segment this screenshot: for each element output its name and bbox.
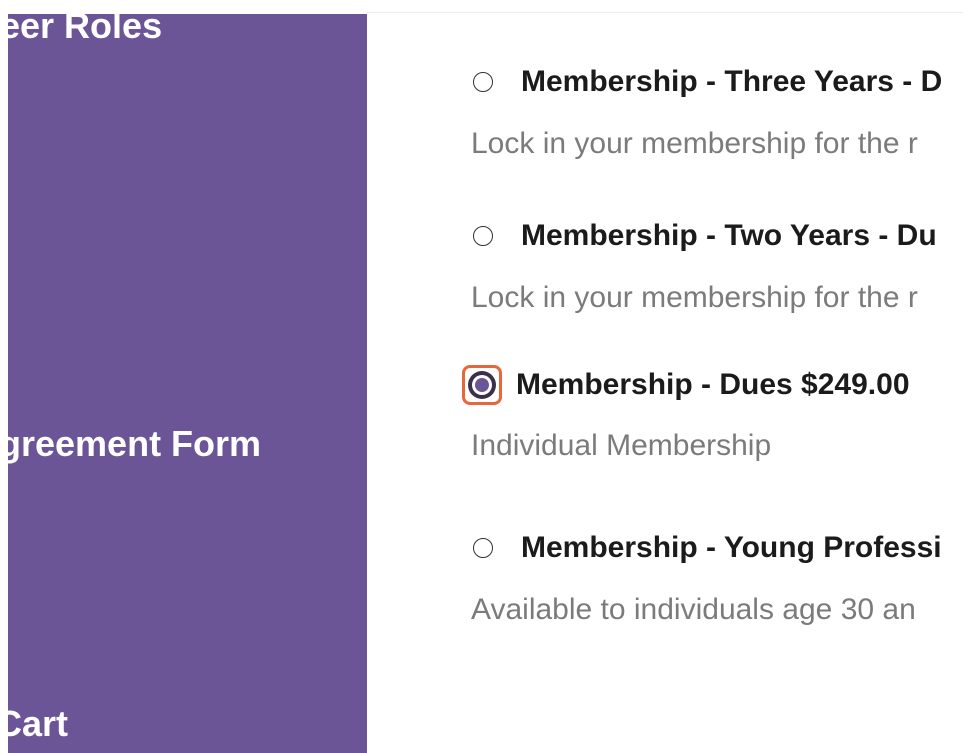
membership-option-two-years[interactable]: Membership - Two Years - Du Lock in your…: [471, 219, 963, 315]
page-frame: eer Roles greement Form Cart Membership …: [0, 0, 963, 753]
radio-button[interactable]: [473, 72, 493, 92]
membership-option-dues[interactable]: Membership - Dues $249.00 Individual Mem…: [462, 365, 963, 463]
option-title[interactable]: Membership - Young Professi: [521, 531, 942, 565]
option-description: Lock in your membership for the r: [471, 281, 918, 314]
sidebar: eer Roles greement Form Cart: [8, 14, 367, 753]
radio-selected-dot: [475, 378, 489, 392]
radio-button-selected[interactable]: [462, 365, 502, 405]
option-description: Lock in your membership for the r: [471, 127, 918, 160]
option-title[interactable]: Membership - Two Years - Du: [521, 219, 937, 253]
sidebar-item-cart[interactable]: Cart: [8, 706, 68, 742]
option-description: Available to individuals age 30 an: [471, 593, 916, 626]
option-title[interactable]: Membership - Three Years - D: [521, 65, 942, 99]
membership-option-young-professional[interactable]: Membership - Young Professi Available to…: [471, 531, 963, 627]
option-description: Individual Membership: [471, 429, 772, 462]
radio-button[interactable]: [473, 226, 493, 246]
membership-options-panel: Membership - Three Years - D Lock in you…: [367, 12, 963, 753]
option-title[interactable]: Membership - Dues $249.00: [516, 368, 910, 402]
radio-button[interactable]: [473, 538, 493, 558]
membership-option-three-years[interactable]: Membership - Three Years - D Lock in you…: [471, 65, 963, 161]
radio-selected-inner: [472, 375, 492, 395]
radio-selected-ring: [468, 371, 496, 399]
sidebar-item-agreement-form[interactable]: greement Form: [8, 426, 261, 462]
sidebar-item-volunteer-roles[interactable]: eer Roles: [8, 14, 162, 44]
left-edge: [0, 0, 8, 753]
